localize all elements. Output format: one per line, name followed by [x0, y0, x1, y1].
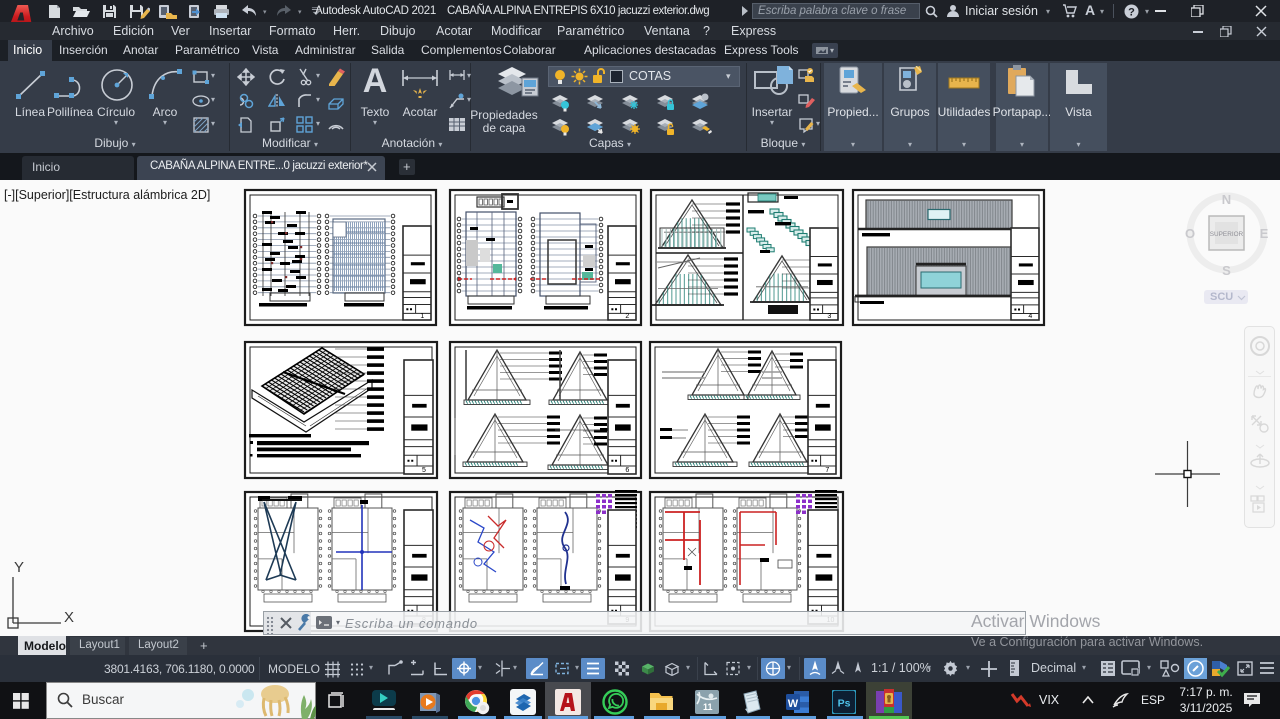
svg-text:4: 4: [1028, 313, 1032, 320]
svg-text:3: 3: [827, 313, 831, 320]
svg-text:Ps: Ps: [838, 698, 851, 710]
svg-text:5: 5: [422, 467, 426, 474]
svg-text:N: N: [1222, 192, 1231, 207]
svg-text:6: 6: [625, 467, 629, 474]
svg-text:W: W: [788, 698, 799, 710]
svg-text:O: O: [1185, 226, 1195, 241]
svg-text:SUPERIOR: SUPERIOR: [1210, 231, 1244, 238]
svg-text:E: E: [1260, 226, 1269, 241]
svg-text:S: S: [1222, 263, 1231, 278]
svg-text:1: 1: [420, 313, 424, 320]
svg-text:2: 2: [625, 313, 629, 320]
svg-text:X: X: [64, 609, 74, 626]
svg-text:?: ?: [1128, 7, 1135, 19]
svg-text:11: 11: [703, 702, 713, 712]
svg-text:7: 7: [825, 467, 829, 474]
svg-text:Y: Y: [14, 559, 24, 576]
